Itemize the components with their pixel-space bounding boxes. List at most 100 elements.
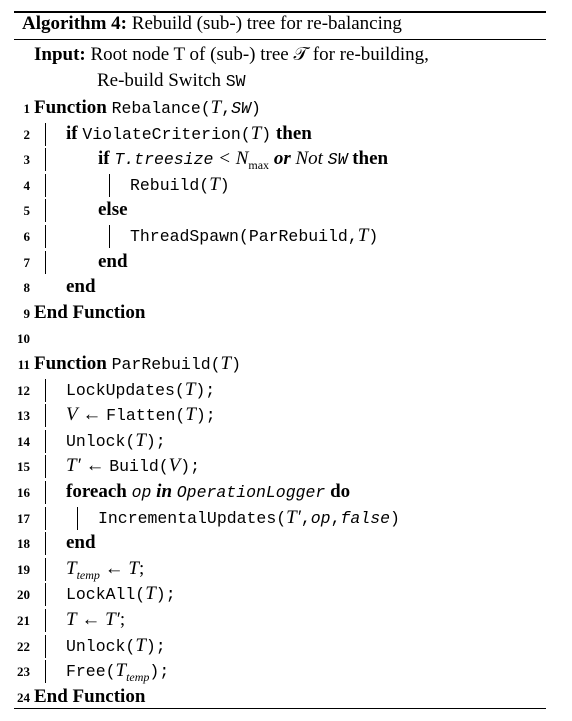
- algorithm-line: 13 V ← Flatten(T);: [14, 402, 546, 428]
- line-code: if ViolateCriterion(T) then: [66, 121, 312, 148]
- line-number: 3: [23, 152, 31, 168]
- line-number: 22: [17, 638, 30, 654]
- block-bar: [45, 122, 46, 146]
- code-token: );: [180, 457, 201, 477]
- line-code: End Function: [34, 300, 145, 326]
- code-token: Function: [34, 97, 112, 118]
- block-bar: [77, 506, 78, 530]
- code-token: op: [131, 483, 152, 502]
- line-number: 11: [17, 357, 30, 372]
- code-token: ): [368, 227, 379, 246]
- line-code: foreach op in OperationLogger do: [66, 479, 350, 506]
- code-token: ThreadSpawn(ParRebuild,: [130, 227, 358, 246]
- line-code: LockAll(T);: [66, 581, 176, 608]
- code-token: Unlock(: [66, 636, 136, 656]
- algorithm-line: 2 if ViolateCriterion(T) then: [14, 121, 546, 147]
- caption-label: Algorithm 4:: [22, 13, 128, 34]
- code-token: T: [66, 609, 77, 630]
- algorithm-line: 15 T′ ← Build(V);: [14, 453, 546, 479]
- algorithm-line: 5 else: [14, 197, 546, 223]
- code-token: T: [135, 634, 146, 656]
- code-token: ): [250, 99, 261, 118]
- code-token: end: [66, 532, 96, 554]
- block-bar: [45, 660, 46, 684]
- block-bar: [45, 199, 46, 223]
- code-token: V: [66, 404, 78, 426]
- algorithm-line: 10: [14, 325, 546, 351]
- block-bar: [45, 173, 46, 197]
- block-bar: [45, 250, 46, 274]
- line-code: T ← T′;: [66, 607, 125, 633]
- code-token: else: [98, 199, 128, 221]
- line-number: 9: [23, 305, 31, 321]
- line-number: 18: [17, 536, 30, 552]
- code-token: ←: [80, 455, 110, 477]
- block-bar: [45, 225, 46, 248]
- block-bar: [45, 609, 46, 632]
- algorithm-line: 8 end: [14, 274, 546, 300]
- line-number: 14: [17, 433, 30, 449]
- code-token: End Function: [34, 301, 146, 323]
- code-token: ;: [119, 609, 126, 630]
- algorithm-line: 12 LockUpdates(T);: [14, 377, 546, 403]
- bottom-rule: [14, 708, 546, 709]
- code-token: T: [185, 404, 196, 426]
- code-token: false: [340, 508, 391, 528]
- line-number: 8: [23, 280, 31, 296]
- code-token: ,: [330, 508, 341, 528]
- block-bar: [45, 532, 46, 556]
- line-number: 23: [17, 664, 30, 680]
- block-bar: [45, 378, 46, 402]
- code-token: if: [98, 148, 115, 170]
- code-token: T′: [66, 455, 81, 477]
- line-code: Unlock(T);: [66, 633, 166, 660]
- line-number: 10: [17, 331, 30, 347]
- line-number: 20: [17, 587, 30, 603]
- block-bar: [45, 557, 46, 581]
- code-token: );: [145, 636, 166, 656]
- code-token: ): [231, 355, 242, 374]
- code-token: T: [184, 378, 196, 400]
- code-token: in: [151, 481, 177, 502]
- algorithm-line: 23 Free(Ttemp);: [14, 658, 546, 684]
- code-token: End Function: [34, 685, 146, 707]
- line-code: T′ ← Build(V);: [66, 453, 200, 480]
- algorithm-line: 9 End Function: [14, 300, 546, 326]
- code-token: T.treesize: [114, 150, 214, 170]
- algorithm-line: 7 end: [14, 249, 546, 275]
- line-number: 19: [17, 561, 30, 577]
- line-number: 15: [17, 459, 30, 475]
- code-token: Function: [34, 353, 112, 374]
- code-token: );: [195, 406, 216, 426]
- code-token: );: [149, 662, 170, 682]
- code-token: T: [66, 557, 77, 579]
- algorithm-line: 11 Function ParRebuild(T): [14, 351, 546, 377]
- line-code: Function Rebalance(T,SW): [34, 95, 261, 122]
- code-token: Unlock(: [66, 431, 136, 451]
- code-token: Not: [290, 148, 328, 170]
- line-number: 13: [17, 408, 30, 424]
- line-code: LockUpdates(T);: [66, 377, 215, 404]
- code-token: ←: [77, 404, 107, 426]
- code-token: Rebalance(: [111, 99, 211, 118]
- line-code: else: [98, 197, 128, 223]
- line-number: 2: [23, 126, 31, 142]
- code-token: T: [210, 97, 222, 118]
- line-number: 17: [17, 510, 30, 526]
- code-token: Flatten(: [106, 406, 186, 426]
- code-token: T′: [286, 506, 301, 528]
- algorithm-line: 19 Ttemp ← T;: [14, 556, 546, 582]
- algorithm-line: 16 foreach op in OperationLogger do: [14, 479, 546, 505]
- code-token: Build(: [109, 457, 169, 477]
- block-bar: [109, 173, 110, 197]
- block-bar: [45, 506, 46, 530]
- code-token: max: [248, 157, 270, 172]
- code-token: SW: [327, 150, 348, 170]
- line-number: 6: [23, 229, 31, 244]
- code-token: foreach: [66, 481, 132, 502]
- line-code: ThreadSpawn(ParRebuild,T): [130, 223, 378, 250]
- block-bar: [45, 455, 46, 479]
- algorithm-line: 4 Rebuild(T): [14, 172, 546, 198]
- code-token: V: [168, 455, 181, 477]
- algorithm-block: Algorithm 4: Rebuild (sub-) tree for re-…: [14, 11, 546, 711]
